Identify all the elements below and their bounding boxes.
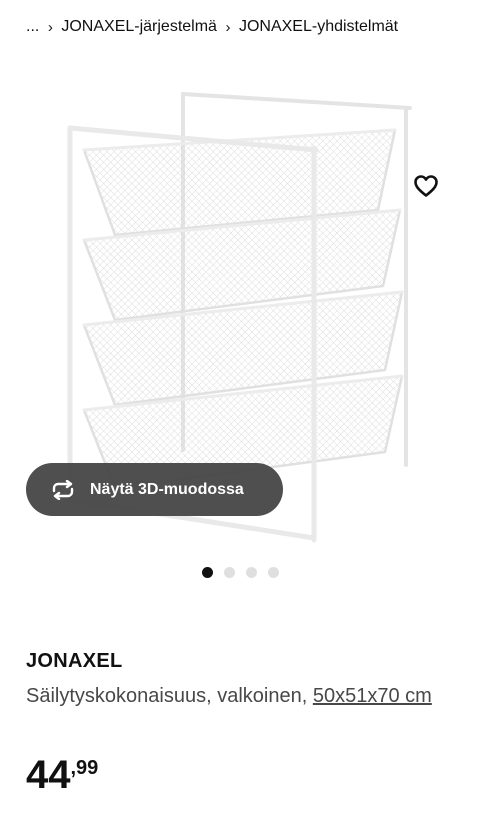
breadcrumb-item-jonaxel-combinations[interactable]: JONAXEL-yhdistelmät xyxy=(239,18,398,36)
price-integer: 44 xyxy=(26,753,71,797)
view-in-3d-button[interactable]: Näytä 3D-muodossa xyxy=(26,463,283,516)
product-size-link[interactable]: 50x51x70 cm xyxy=(313,685,432,707)
rotate-icon xyxy=(52,479,74,500)
product-price: 44 ,99 xyxy=(26,752,98,798)
view-in-3d-label: Näytä 3D-muodossa xyxy=(90,480,244,498)
carousel-dot[interactable] xyxy=(246,567,257,578)
product-description-text: Säilytyskokonaisuus, valkoinen, xyxy=(26,685,308,707)
carousel-dot[interactable] xyxy=(268,567,279,578)
carousel-dot[interactable] xyxy=(224,567,235,578)
carousel-dot[interactable] xyxy=(202,567,213,578)
heart-icon xyxy=(414,175,438,197)
product-name: JONAXEL xyxy=(26,650,123,672)
breadcrumb-ellipsis[interactable]: ... xyxy=(26,18,39,36)
price-decimal: ,99 xyxy=(70,757,99,779)
breadcrumb: ... › JONAXEL-järjestelmä › JONAXEL-yhdi… xyxy=(26,14,398,40)
chevron-right-icon: › xyxy=(225,18,231,36)
carousel-indicator xyxy=(202,567,279,578)
favorite-button[interactable] xyxy=(408,168,444,204)
product-description: Säilytyskokonaisuus, valkoinen, 50x51x70… xyxy=(26,680,456,712)
breadcrumb-item-jonaxel-system[interactable]: JONAXEL-järjestelmä xyxy=(61,18,217,36)
chevron-right-icon: › xyxy=(47,18,53,36)
